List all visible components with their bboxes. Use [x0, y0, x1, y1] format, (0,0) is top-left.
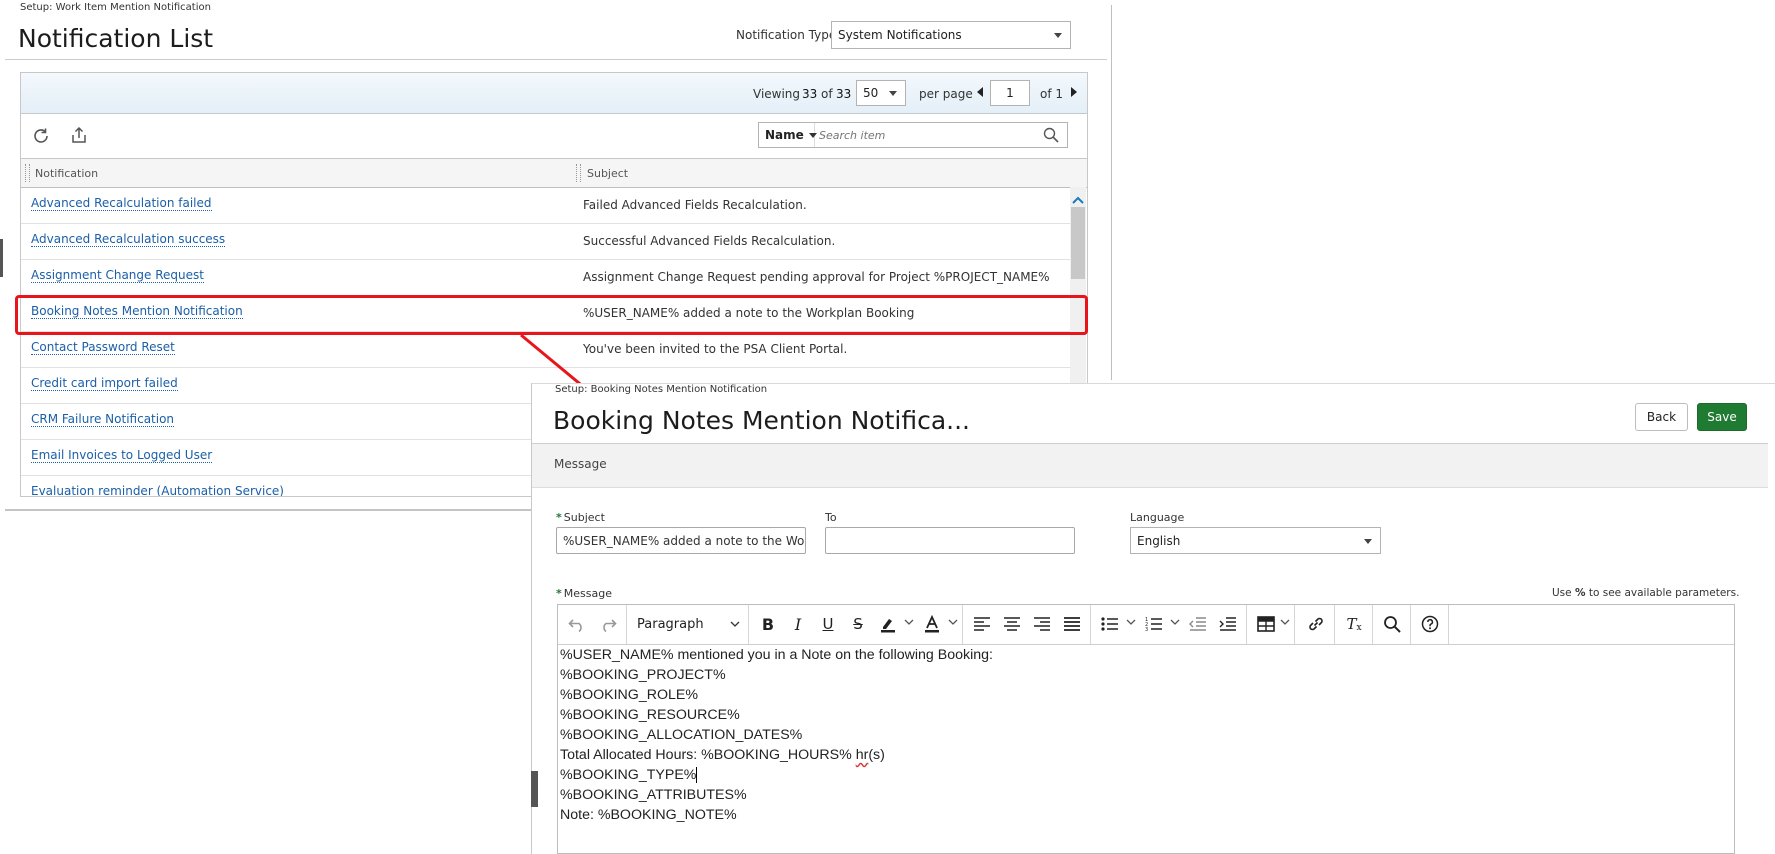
toolbar-separator [1372, 605, 1373, 644]
toolbar-separator [748, 605, 749, 644]
message-text: (s) [868, 747, 885, 763]
toolbar-separator [1410, 605, 1411, 644]
bold-icon[interactable]: B [756, 613, 780, 635]
chevron-down-icon[interactable] [904, 617, 914, 627]
chevron-down-icon[interactable] [948, 617, 958, 627]
toolbar-separator [962, 605, 963, 644]
message-line: %BOOKING_ALLOCATION_DATES% [560, 727, 803, 743]
save-button[interactable]: Save [1697, 403, 1747, 431]
align-right-icon[interactable] [1030, 613, 1054, 635]
language-select[interactable]: English [1130, 527, 1381, 554]
message-line: %USER_NAME% mentioned you in a Note on t… [560, 647, 993, 663]
numbered-list-icon[interactable]: 123 [1142, 613, 1166, 635]
svg-text:3: 3 [1145, 627, 1148, 632]
underline-icon[interactable]: U [816, 613, 840, 635]
italic-icon[interactable]: I [786, 613, 810, 635]
message-line: %BOOKING_ROLE% [560, 687, 698, 703]
chevron-down-icon[interactable] [1126, 617, 1136, 627]
subject-value: %USER_NAME% added a note to the Workplan… [563, 533, 805, 548]
message-section-header[interactable]: Message [532, 443, 1768, 488]
highlight-color-icon[interactable] [876, 613, 900, 635]
required-marker: * [556, 511, 562, 524]
message-line: %BOOKING_RESOURCE% [560, 707, 740, 723]
justify-icon[interactable] [1060, 613, 1084, 635]
paragraph-format-value: Paragraph [637, 616, 704, 632]
message-body[interactable]: %USER_NAME% mentioned you in a Note on t… [560, 645, 1732, 853]
indent-icon[interactable] [1216, 613, 1240, 635]
subject-input[interactable]: %USER_NAME% added a note to the Workplan… [556, 527, 806, 554]
message-line: Total Allocated Hours: %BOOKING_HOURS% h… [560, 745, 1732, 765]
language-label: Language [1130, 511, 1185, 524]
message-label: * Message [556, 587, 612, 600]
to-label: To [825, 511, 837, 524]
caret-down-icon [1364, 538, 1372, 544]
parameters-hint: Use % to see available parameters. [1552, 587, 1740, 599]
table-icon[interactable] [1254, 613, 1278, 635]
message-text: Total Allocated Hours: %BOOKING_HOURS% [560, 747, 856, 763]
toolbar-separator [1448, 605, 1449, 644]
chevron-down-icon [730, 621, 740, 627]
message-line: %BOOKING_ATTRIBUTES% [560, 787, 747, 803]
chevron-down-icon[interactable] [1170, 617, 1180, 627]
paragraph-format-select[interactable]: Paragraph [628, 613, 746, 635]
back-button[interactable]: Back [1635, 403, 1688, 431]
redo-icon[interactable] [596, 613, 620, 635]
language-value: English [1137, 533, 1181, 548]
toolbar-separator [626, 605, 627, 644]
help-icon[interactable] [1418, 613, 1442, 635]
text-cursor [696, 767, 698, 783]
subject-label: * Subject [556, 511, 605, 524]
undo-icon[interactable] [565, 613, 589, 635]
message-line: %BOOKING_PROJECT% [560, 667, 726, 683]
align-left-icon[interactable] [970, 613, 994, 635]
editor-toolbar: Paragraph B I U S 123 T x [558, 605, 1734, 645]
bullet-list-icon[interactable] [1098, 613, 1122, 635]
toolbar-separator [1294, 605, 1295, 644]
link-icon[interactable] [1304, 613, 1328, 635]
toolbar-separator [1334, 605, 1335, 644]
chevron-down-icon[interactable] [1280, 617, 1290, 627]
toolbar-separator [1246, 605, 1247, 644]
message-line: %BOOKING_TYPE% [560, 767, 698, 783]
message-line: Note: %BOOKING_NOTE% [560, 807, 737, 823]
clear-formatting-icon[interactable]: Tx [1342, 613, 1366, 635]
align-center-icon[interactable] [1000, 613, 1024, 635]
spellcheck-word[interactable]: hr [856, 747, 869, 763]
toolbar-separator [1090, 605, 1091, 644]
find-icon[interactable] [1380, 613, 1404, 635]
collapse-handle[interactable] [531, 771, 538, 807]
edit-notification-panel: Setup: Booking Notes Mention Notificatio… [531, 383, 1775, 854]
breadcrumb: Setup: Booking Notes Mention Notificatio… [555, 384, 768, 395]
strikethrough-icon[interactable]: S [846, 613, 870, 635]
to-input[interactable] [825, 527, 1075, 554]
required-marker: * [556, 587, 562, 600]
section-title: Message [554, 457, 607, 471]
message-editor: Paragraph B I U S 123 T x %USER_NAME% me… [557, 604, 1735, 854]
text-color-icon[interactable] [920, 613, 944, 635]
page-title: Booking Notes Mention Notifica... [553, 406, 971, 435]
outdent-icon[interactable] [1186, 613, 1210, 635]
